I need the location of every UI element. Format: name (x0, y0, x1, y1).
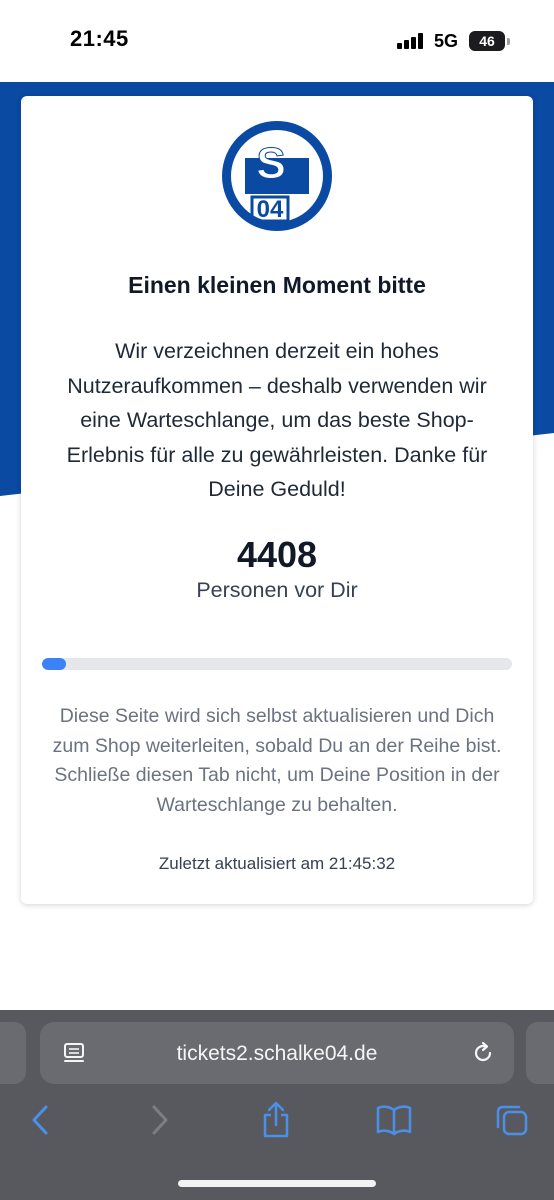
svg-text:S: S (256, 139, 285, 188)
browser-toolbar: tickets2.schalke04.de (0, 1010, 554, 1200)
bookmarks-button[interactable] (374, 1100, 414, 1140)
status-bar: 21:45 5G 46 (0, 0, 554, 82)
share-button[interactable] (256, 1100, 296, 1140)
schalke-logo: S 04 (222, 121, 332, 231)
back-button[interactable] (20, 1100, 60, 1140)
back-icon (32, 1105, 48, 1135)
queue-count: 4408 (236, 534, 318, 575)
share-icon (263, 1101, 289, 1138)
battery-nub (507, 38, 510, 45)
url-text[interactable]: tickets2.schalke04.de (40, 1042, 514, 1066)
queue-message: Wir verzeichnen derzeit ein hohes Nutzer… (66, 339, 488, 501)
navigation-toolbar (0, 1100, 554, 1150)
svg-text:04: 04 (257, 196, 284, 223)
home-indicator[interactable] (178, 1180, 376, 1187)
address-bar[interactable]: tickets2.schalke04.de (40, 1022, 514, 1084)
tabs-button[interactable] (492, 1100, 532, 1140)
battery-icon: 46 (469, 31, 505, 51)
queue-card: S 04 Einen kleinen Moment bitte Wir verz… (21, 96, 533, 904)
screen: 21:45 5G 46 S 04 Einen kleinen Moment bi… (0, 0, 554, 1200)
network-type: 5G (434, 31, 459, 51)
previous-tab-preview[interactable] (0, 1022, 26, 1084)
forward-icon (152, 1105, 168, 1135)
bookmarks-icon (376, 1105, 412, 1136)
status-time: 21:45 (70, 26, 129, 51)
page-title: Einen kleinen Moment bitte (128, 272, 426, 298)
queue-count-label: Personen vor Dir (196, 578, 358, 602)
reload-icon[interactable] (470, 1040, 496, 1066)
signal-icon (397, 33, 425, 49)
queue-info-text: Diese Seite wird sich selbst aktualisier… (52, 705, 502, 816)
last-updated: Zuletzt aktualisiert am 21:45:32 (158, 854, 396, 873)
forward-button[interactable] (140, 1100, 180, 1140)
tabs-icon (496, 1105, 528, 1136)
battery-level: 46 (479, 33, 495, 49)
next-tab-preview[interactable] (526, 1022, 554, 1084)
queue-progress-bar (42, 658, 512, 670)
queue-progress-fill (42, 658, 66, 670)
